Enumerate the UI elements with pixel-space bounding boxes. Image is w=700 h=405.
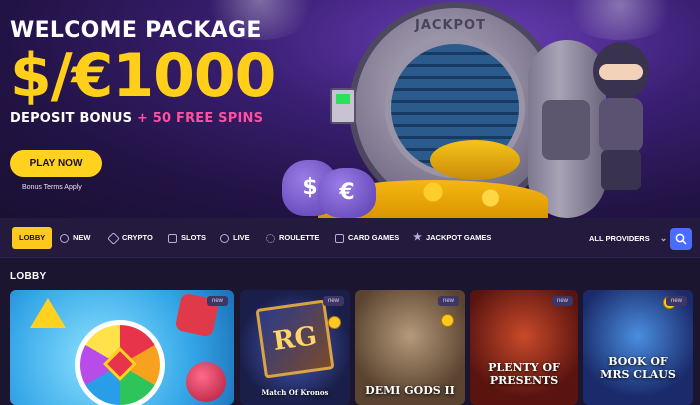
game-art <box>186 362 226 402</box>
star-gem <box>30 298 66 328</box>
nav-item-label: LIVE <box>233 233 250 242</box>
crypto-icon <box>107 231 120 245</box>
providers-label: ALL PROVIDERS <box>589 234 650 243</box>
section-title: LOBBY <box>10 271 47 282</box>
search-button[interactable] <box>670 228 692 250</box>
nav-item-card-games[interactable]: CARD GAMES <box>335 228 399 248</box>
vault-keypad <box>330 88 356 124</box>
game-title: DEMI GODS II <box>365 384 455 397</box>
new-badge: new <box>206 296 228 306</box>
nav-item-slots[interactable]: SLOTS <box>168 228 206 248</box>
game-logo: RG <box>255 299 335 379</box>
vault-label: JACKPOT <box>415 18 486 33</box>
game-tile[interactable]: RG new Match Of Kronos <box>240 290 350 405</box>
game-title: Match Of Kronos <box>261 388 329 397</box>
play-now-button[interactable]: PLAY NOW <box>10 150 102 177</box>
jackpot-star-icon: ★ <box>413 232 422 243</box>
promo-heading: WELCOME PACKAGE <box>10 18 262 43</box>
nav-item-roulette[interactable]: ROULETTE <box>266 228 319 248</box>
live-icon <box>220 233 229 243</box>
nav-item-jackpot-games[interactable]: ★ JACKPOT GAMES <box>413 228 491 248</box>
slots-icon <box>168 233 177 243</box>
promo-amount: $/€1000 <box>10 41 276 111</box>
search-icon <box>675 233 687 245</box>
new-badge: new <box>665 296 687 306</box>
nav-item-crypto[interactable]: CRYPTO <box>107 228 153 248</box>
game-title: BOOK OF MRS CLAUS <box>600 355 676 381</box>
nav-item-new[interactable]: NEW <box>60 228 91 248</box>
game-title: PLENTY OF PRESENTS <box>488 361 560 387</box>
nav-item-label: LOBBY <box>19 233 46 242</box>
new-badge: new <box>322 296 344 306</box>
category-nav: LOBBY NEW CRYPTO SLOTS LIVE ROULETTE CAR… <box>0 218 700 258</box>
providers-dropdown[interactable]: ALL PROVIDERS ⌄ <box>589 228 667 248</box>
bonus-terms-link[interactable]: Bonus Terms Apply <box>22 184 82 191</box>
game-tile[interactable]: new PLENTY OF PRESENTS <box>470 290 578 405</box>
roulette-icon <box>266 233 275 243</box>
nav-item-label: NEW <box>73 233 91 242</box>
nav-item-label: CARD GAMES <box>348 233 400 242</box>
money-bag-icon: € <box>318 168 376 218</box>
coin-icon <box>328 316 341 329</box>
promo-subline: DEPOSIT BONUS + 50 FREE SPINS <box>10 111 275 126</box>
nav-item-live[interactable]: LIVE <box>220 228 250 248</box>
game-tile[interactable]: new <box>10 290 234 405</box>
chevron-down-icon: ⌄ <box>659 233 668 243</box>
promo-text: WELCOME PACKAGE $/€1000 DEPOSIT BONUS + … <box>10 18 276 126</box>
nav-item-label: SLOTS <box>181 233 207 242</box>
new-icon <box>60 233 69 243</box>
game-tile[interactable]: new BOOK OF MRS CLAUS <box>583 290 693 405</box>
new-badge: new <box>437 296 459 306</box>
coin-icon <box>441 314 454 327</box>
deposit-bonus-text: DEPOSIT BONUS <box>10 111 133 126</box>
nav-item-label: ROULETTE <box>279 233 320 242</box>
nav-item-label: CRYPTO <box>122 233 153 242</box>
free-spins-text: 50 FREE SPINS <box>152 111 264 126</box>
coin-pile <box>430 140 520 180</box>
plus-sign: + <box>136 111 149 126</box>
ninja-mascot <box>585 42 655 192</box>
new-badge: new <box>552 296 574 306</box>
game-tile[interactable]: new DEMI GODS II <box>355 290 465 405</box>
nav-item-lobby[interactable]: LOBBY <box>12 227 53 249</box>
nav-item-label: JACKPOT GAMES <box>425 233 492 242</box>
light-flare <box>560 0 680 40</box>
hero-banner: JACKPOT $ € WELCOME PACKAGE $/€1000 DEPO… <box>0 0 700 218</box>
card-games-icon <box>335 233 344 243</box>
